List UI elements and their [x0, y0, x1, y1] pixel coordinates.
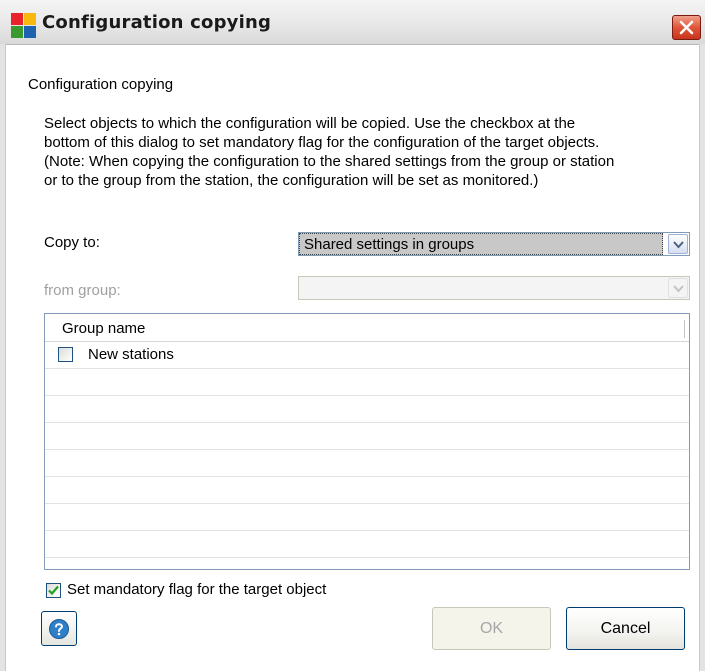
- from-group-select[interactable]: [298, 276, 690, 300]
- from-group-label: from group:: [44, 282, 121, 299]
- close-button[interactable]: [672, 15, 701, 40]
- list-item[interactable]: New stations: [45, 342, 689, 369]
- empty-row: [45, 477, 689, 504]
- chevron-down-icon: [673, 285, 684, 293]
- configuration-copying-dialog: Configuration copying Configuration copy…: [0, 0, 705, 671]
- group-name: New stations: [88, 346, 174, 363]
- empty-row: [45, 423, 689, 450]
- group-list-header[interactable]: Group name: [45, 314, 689, 342]
- window-frame-left: [0, 44, 6, 671]
- dialog-heading: Configuration copying: [28, 76, 174, 93]
- help-button[interactable]: [41, 611, 77, 646]
- mandatory-flag-label[interactable]: Set mandatory flag for the target object: [67, 581, 326, 598]
- title-bar[interactable]: Configuration copying: [0, 0, 705, 45]
- cancel-button[interactable]: Cancel: [566, 607, 685, 650]
- empty-row: [45, 504, 689, 531]
- avg-logo-icon: [11, 13, 36, 38]
- window-title: Configuration copying: [42, 12, 272, 33]
- from-group-dropdown-button[interactable]: [668, 278, 688, 298]
- empty-row: [45, 531, 689, 558]
- dialog-description: Select objects to which the configuratio…: [44, 115, 615, 189]
- empty-row: [45, 396, 689, 423]
- close-icon: [679, 20, 694, 35]
- copy-to-label: Copy to:: [44, 234, 100, 251]
- help-icon: [49, 619, 69, 639]
- column-separator[interactable]: [684, 320, 688, 338]
- mandatory-flag-checkbox[interactable]: [46, 583, 61, 598]
- window-frame-right: [699, 44, 705, 671]
- group-checkbox[interactable]: [58, 347, 73, 362]
- check-mark-icon: [48, 585, 59, 596]
- ok-button[interactable]: OK: [432, 607, 551, 650]
- group-list[interactable]: Group name New stations: [44, 313, 690, 570]
- copy-to-dropdown-button[interactable]: [668, 234, 688, 254]
- copy-to-select[interactable]: Shared settings in groups: [298, 232, 690, 256]
- empty-row: [45, 369, 689, 396]
- chevron-down-icon: [673, 241, 684, 249]
- copy-to-selected-value: Shared settings in groups: [299, 233, 663, 255]
- empty-row: [45, 450, 689, 477]
- group-name-column-header[interactable]: Group name: [62, 320, 145, 337]
